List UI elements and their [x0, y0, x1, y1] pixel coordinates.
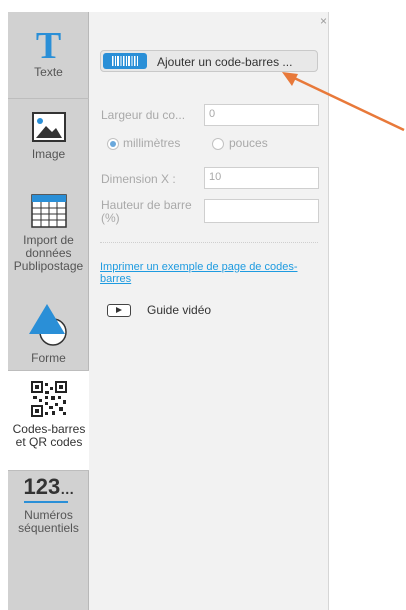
sidebar-item-label: Codes-barres et QR codes [12, 422, 86, 449]
tool-sidebar: T Texte Image Import de données Publipos… [8, 12, 90, 610]
spreadsheet-icon [30, 194, 67, 228]
image-icon [31, 112, 66, 142]
bar-height-label: Hauteur de barre (%) [101, 198, 192, 225]
shapes-icon [28, 304, 67, 346]
sidebar-item-sequential-numbers[interactable]: 123… Numéros séquentiels [8, 476, 89, 566]
sidebar-item-shape[interactable]: Forme [8, 302, 89, 372]
sidebar-item-label: Forme [31, 351, 66, 365]
sequential-number-icon: 123… [23, 476, 75, 503]
sidebar-item-label: Numéros séquentiels [18, 508, 79, 535]
unit-inch-label: pouces [229, 136, 268, 150]
sequential-number-glyph: 123 [23, 474, 61, 499]
dimension-x-label: Dimension X : [101, 172, 176, 186]
print-sample-link[interactable]: Imprimer un exemple de page de codes-bar… [100, 261, 300, 285]
sidebar-item-image[interactable]: Image [8, 108, 89, 178]
section-divider [100, 242, 318, 243]
sidebar-item-barcodes[interactable]: Codes-barres et QR codes [8, 371, 90, 470]
width-input[interactable]: 0 [204, 104, 319, 126]
close-icon[interactable]: × [320, 14, 327, 28]
sidebar-divider [8, 470, 89, 471]
sidebar-item-label: Texte [34, 65, 63, 79]
barcode-icon [103, 53, 147, 69]
sidebar-item-label: Import de données Publipostage [13, 233, 84, 273]
dimension-x-input[interactable]: 10 [204, 167, 319, 189]
sidebar-item-mail-merge[interactable]: Import de données Publipostage [8, 194, 89, 294]
add-barcode-label: Ajouter un code-barres ... [157, 55, 293, 69]
video-play-icon[interactable] [107, 304, 131, 317]
ellipsis-icon: … [60, 481, 75, 497]
text-t-icon: T [35, 25, 62, 67]
sidebar-item-text[interactable]: T Texte [8, 26, 89, 104]
underline-accent [23, 501, 68, 503]
width-label: Largeur du co... [101, 108, 186, 122]
sidebar-divider [8, 98, 89, 99]
qr-code-icon [31, 381, 67, 417]
bar-height-input[interactable] [204, 199, 319, 223]
video-guide-link[interactable]: Guide vidéo [147, 303, 211, 317]
sidebar-item-label: Image [31, 147, 66, 161]
unit-inch-radio[interactable] [212, 138, 224, 150]
add-barcode-button[interactable]: Ajouter un code-barres ... [100, 50, 318, 72]
unit-mm-radio[interactable] [107, 138, 119, 150]
unit-mm-label: millimètres [123, 136, 181, 150]
